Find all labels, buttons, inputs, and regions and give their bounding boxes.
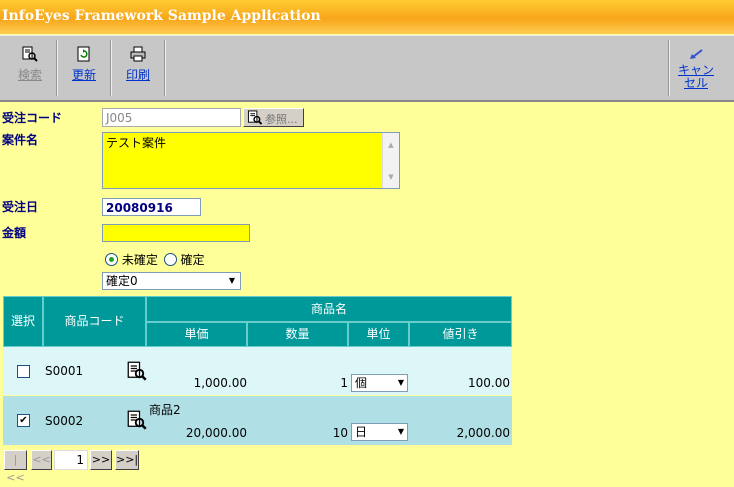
order-date-label: 受注日: [2, 200, 39, 214]
browse-icon: [247, 110, 263, 125]
textarea-scrollbar[interactable]: ▲ ▼: [382, 133, 399, 188]
header-unit-price: 単価: [146, 322, 247, 347]
product-code-cell: S0002: [45, 414, 84, 428]
toolbar-separator: [56, 40, 58, 96]
cancel-label-line2: セル: [683, 76, 708, 90]
discount-cell: 100.00: [468, 376, 510, 390]
unit-select-value: 日: [355, 425, 368, 439]
radio-confirmed-label: 確定: [180, 253, 205, 267]
print-label: 印刷: [125, 68, 150, 82]
product-name-cell: 商品2: [149, 403, 181, 417]
header-product-code: 商品コード: [43, 296, 146, 347]
printer-icon: [130, 46, 146, 62]
pager-prev-button[interactable]: <<: [31, 450, 52, 470]
product-code-cell: S0001: [45, 364, 84, 378]
quantity-cell: 10: [332, 426, 348, 440]
toolbar-separator: [164, 40, 166, 96]
app-title: InfoEyes Framework Sample Application: [0, 0, 734, 34]
product-search-icon[interactable]: [127, 361, 147, 381]
toolbar-separator: [668, 40, 670, 96]
case-name-label: 案件名: [2, 133, 39, 147]
radio-confirmed[interactable]: [163, 253, 177, 266]
status-radio-group: 未確定 確定: [105, 251, 205, 268]
header-product-name: 商品名: [146, 296, 512, 322]
refresh-icon: [77, 46, 90, 62]
order-date-field[interactable]: 20080916: [102, 198, 201, 216]
browse-label: 参照...: [265, 113, 298, 126]
status-select-value: 確定0: [106, 274, 138, 288]
scroll-up-icon[interactable]: ▲: [383, 137, 399, 153]
header-discount: 値引き: [409, 322, 512, 347]
row-select-checkbox[interactable]: [17, 365, 30, 378]
case-name-textarea[interactable]: テスト案件 ▲ ▼: [102, 132, 400, 189]
unit-select[interactable]: 個 ▼: [351, 374, 408, 392]
unit-price-cell: 20,000.00: [185, 426, 247, 440]
search-label: 検索: [17, 68, 42, 82]
search-icon: [22, 46, 38, 62]
print-button[interactable]: 印刷: [118, 36, 158, 99]
order-code-label: 受注コード: [2, 111, 63, 125]
radio-unconfirmed-label: 未確定: [121, 253, 158, 267]
pager-first-button[interactable]: |<<: [4, 450, 27, 484]
case-name-value: テスト案件: [106, 136, 167, 150]
cancel-label: キャン セル: [674, 64, 718, 90]
amount-field[interactable]: [102, 224, 250, 242]
header-quantity: 数量: [247, 322, 348, 347]
undo-arrow-icon: [690, 49, 703, 59]
refresh-button[interactable]: 更新: [64, 36, 104, 99]
product-search-icon[interactable]: [127, 410, 147, 430]
search-button[interactable]: 検索: [10, 36, 50, 99]
refresh-label: 更新: [71, 68, 96, 82]
table-row: ✔ S0002 商品2 20,000.00 10 日 ▼ 2,000.00: [3, 396, 512, 445]
header-unit: 単位: [348, 322, 409, 347]
browse-button[interactable]: 参照...: [243, 108, 304, 127]
unit-select[interactable]: 日 ▼: [351, 423, 408, 441]
scroll-down-icon[interactable]: ▼: [383, 169, 399, 185]
pager-last-button[interactable]: >>|: [115, 450, 139, 470]
cancel-label-line1: キャン: [677, 63, 714, 77]
table-row: S0001 1,000.00 1 個 ▼ 100.00: [3, 347, 512, 395]
unit-price-cell: 1,000.00: [193, 376, 247, 390]
cancel-button[interactable]: キャン セル: [674, 36, 718, 99]
chevron-down-icon: ▼: [397, 378, 404, 387]
pager-page-input[interactable]: 1: [54, 450, 88, 470]
toolbar: 検索 更新 印刷 キャン セル: [0, 35, 734, 102]
quantity-cell: 1: [340, 376, 348, 390]
amount-label: 金額: [2, 226, 27, 240]
header-select: 選択: [3, 296, 43, 347]
pager-next-button[interactable]: >>: [90, 450, 112, 470]
toolbar-separator: [110, 40, 112, 96]
order-code-field[interactable]: J005: [102, 108, 241, 127]
discount-cell: 2,000.00: [456, 426, 510, 440]
unit-select-value: 個: [355, 376, 368, 390]
radio-unconfirmed[interactable]: [105, 253, 118, 266]
row-select-checkbox[interactable]: ✔: [17, 414, 30, 427]
chevron-down-icon: ▼: [228, 276, 236, 285]
status-select[interactable]: 確定0 ▼: [102, 272, 241, 290]
chevron-down-icon: ▼: [397, 427, 404, 436]
